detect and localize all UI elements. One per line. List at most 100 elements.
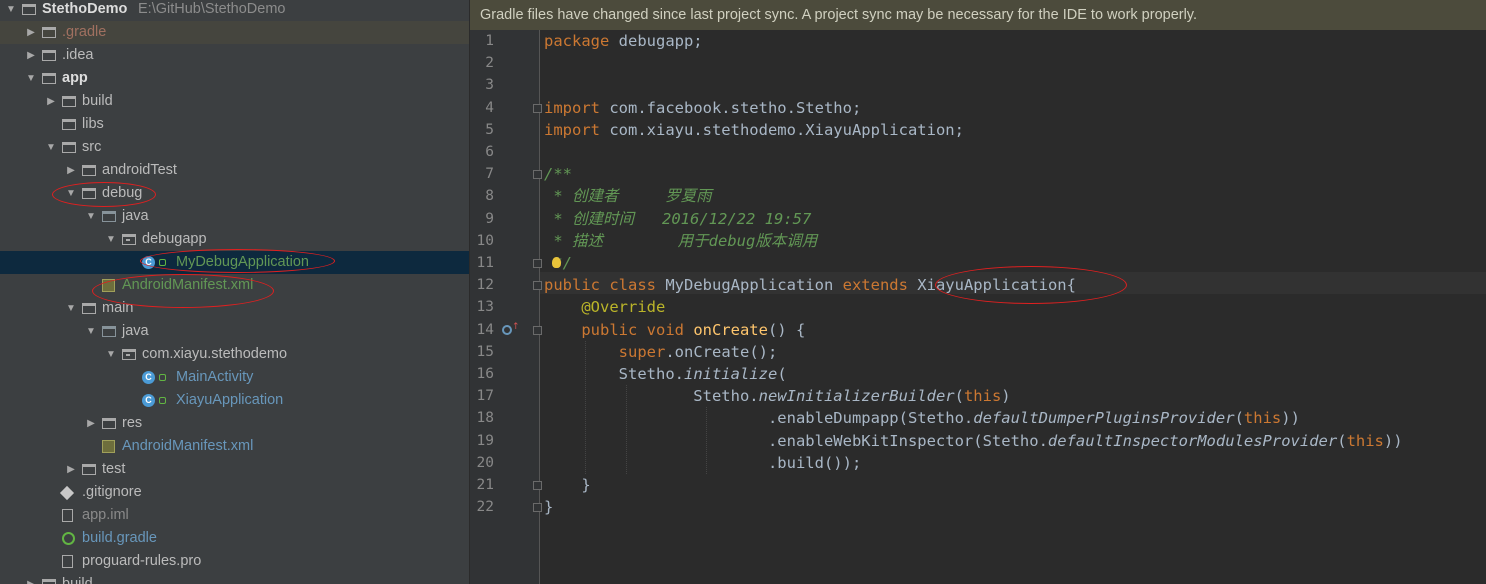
code-token: this <box>963 387 1002 406</box>
folder-icon <box>82 464 96 475</box>
tree-expanded-arrow-icon[interactable]: ▼ <box>65 297 77 320</box>
override-method-icon[interactable] <box>502 324 512 335</box>
fold-marker-icon[interactable] <box>533 281 542 291</box>
tree-collapsed-arrow-icon[interactable]: ▶ <box>65 159 77 182</box>
tree-item[interactable]: C MyDebugApplication <box>0 251 469 274</box>
tree-collapsed-arrow-icon[interactable]: ▶ <box>25 44 37 67</box>
code-line[interactable]: import com.facebook.stetho.Stetho; <box>544 97 861 119</box>
code-token: debugapp; <box>618 32 703 50</box>
line-number: 13 <box>476 299 494 316</box>
code-line[interactable]: /** <box>544 163 572 185</box>
tree-collapsed-arrow-icon[interactable]: ▶ <box>25 573 37 584</box>
tree-item[interactable]: build.gradle <box>0 527 469 550</box>
tree-item[interactable]: ▶ res <box>0 412 469 435</box>
tree-item[interactable]: ▼ StethoDemo E:\GitHub\StethoDemo <box>0 0 469 21</box>
code-token: public void <box>581 320 694 339</box>
java-class-icon: C <box>142 371 155 384</box>
tree-item[interactable]: ▼ java <box>0 320 469 343</box>
fold-marker-icon[interactable] <box>533 325 542 335</box>
line-number: 12 <box>476 277 494 294</box>
code-token: * 创建时间 2016/12/22 19:57 <box>544 209 812 228</box>
tree-expanded-arrow-icon[interactable]: ▼ <box>5 0 17 21</box>
code-token: super <box>618 342 666 361</box>
code-token: * 创建者 罗夏雨 <box>544 187 712 206</box>
code-line[interactable]: super.onCreate(); <box>544 341 778 363</box>
line-number: 6 <box>485 144 494 160</box>
code-line[interactable]: public void onCreate() { <box>544 319 805 341</box>
access-lock-icon <box>159 374 166 381</box>
tree-item[interactable]: ▼ debugapp <box>0 228 469 251</box>
tree-collapsed-arrow-icon[interactable]: ▶ <box>85 412 97 435</box>
code-line[interactable]: public class MyDebugApplication extends … <box>544 274 1076 296</box>
code-line[interactable]: Stetho.newInitializerBuilder(this) <box>544 385 1010 407</box>
code-line[interactable]: .build()); <box>544 452 861 474</box>
code-line[interactable]: * 创建者 罗夏雨 <box>544 185 712 207</box>
tree-item[interactable]: ▶ .idea <box>0 44 469 67</box>
code-line[interactable]: .enableDumpapp(Stetho.defaultDumperPlugi… <box>544 407 1300 429</box>
tree-item[interactable]: ▼ src <box>0 136 469 159</box>
tree-item[interactable]: libs <box>0 113 469 136</box>
fold-marker-icon[interactable] <box>533 103 542 113</box>
code-token: com.xiayu.stethodemo.XiayuApplication; <box>609 120 964 139</box>
tree-item-label: debug <box>102 185 143 201</box>
code-line[interactable]: import com.xiayu.stethodemo.XiayuApplica… <box>544 119 964 141</box>
tree-item[interactable]: ▶ androidTest <box>0 159 469 182</box>
tree-item[interactable]: app.iml <box>0 504 469 527</box>
lightbulb-icon[interactable] <box>552 257 561 268</box>
code-line[interactable]: } <box>544 474 590 496</box>
tree-item-label: app <box>62 70 88 86</box>
tree-item[interactable]: C XiayuApplication <box>0 389 469 412</box>
code-line[interactable]: package debugapp; <box>544 30 703 52</box>
code-line[interactable]: .enableWebKitInspector(Stetho.defaultIns… <box>544 430 1403 452</box>
fold-marker-icon[interactable] <box>533 481 542 490</box>
fold-marker-icon[interactable] <box>533 259 542 268</box>
tree-item[interactable]: AndroidManifest.xml <box>0 435 469 458</box>
tree-collapsed-arrow-icon[interactable]: ▶ <box>65 458 77 481</box>
line-number: 7 <box>485 166 494 183</box>
folder-icon <box>102 418 116 429</box>
code-token: )) <box>1281 409 1300 428</box>
line-number: 5 <box>485 121 494 138</box>
tree-expanded-arrow-icon[interactable]: ▼ <box>45 136 57 159</box>
indent-guide <box>626 385 627 474</box>
override-arrow-icon: ↑ <box>512 321 520 332</box>
tree-expanded-arrow-icon[interactable]: ▼ <box>65 182 77 205</box>
tree-item[interactable]: proguard-rules.pro <box>0 550 469 573</box>
tree-collapsed-arrow-icon[interactable]: ▶ <box>25 21 37 44</box>
tree-item[interactable]: .gitignore <box>0 481 469 504</box>
tree-expanded-arrow-icon[interactable]: ▼ <box>25 67 37 90</box>
line-number: 4 <box>485 99 494 116</box>
code-line[interactable]: * 创建时间 2016/12/22 19:57 <box>544 208 811 230</box>
tree-item[interactable]: ▶ .gradle <box>0 21 469 44</box>
tree-item[interactable]: C MainActivity <box>0 366 469 389</box>
tree-expanded-arrow-icon[interactable]: ▼ <box>85 320 97 343</box>
tree-item-label: build <box>82 93 113 109</box>
tree-item[interactable]: ▼ com.xiayu.stethodemo <box>0 343 469 366</box>
code-token: import <box>544 98 610 117</box>
code-line[interactable]: * 描述 用于debug版本调用 <box>544 230 817 252</box>
java-class-icon: C <box>142 394 155 407</box>
tree-item-label: .gradle <box>62 24 107 40</box>
tree-expanded-arrow-icon[interactable]: ▼ <box>105 228 117 251</box>
code-line[interactable]: } <box>544 496 553 518</box>
code-line[interactable]: Stetho.initialize( <box>544 363 787 385</box>
tree-item[interactable]: ▼ java <box>0 205 469 228</box>
tree-item[interactable]: ▶ test <box>0 458 469 481</box>
tree-item[interactable]: ▶ build <box>0 90 469 113</box>
fold-marker-icon[interactable] <box>533 503 542 513</box>
fold-marker-icon[interactable] <box>533 170 542 180</box>
tree-collapsed-arrow-icon[interactable]: ▶ <box>45 90 57 113</box>
tree-item-label: MainActivity <box>176 369 254 385</box>
line-number: 2 <box>485 55 494 72</box>
tree-item[interactable]: AndroidManifest.xml <box>0 274 469 297</box>
tree-item[interactable]: ▶ build <box>0 573 469 584</box>
tree-item[interactable]: ▼ debug <box>0 182 469 205</box>
tree-item[interactable]: ▼ main <box>0 297 469 320</box>
tree-item[interactable]: ▼ app <box>0 67 469 90</box>
tree-expanded-arrow-icon[interactable]: ▼ <box>85 205 97 228</box>
tree-expanded-arrow-icon[interactable]: ▼ <box>105 343 117 366</box>
code-token: this <box>1243 409 1282 428</box>
code-line[interactable]: @Override <box>544 296 665 318</box>
